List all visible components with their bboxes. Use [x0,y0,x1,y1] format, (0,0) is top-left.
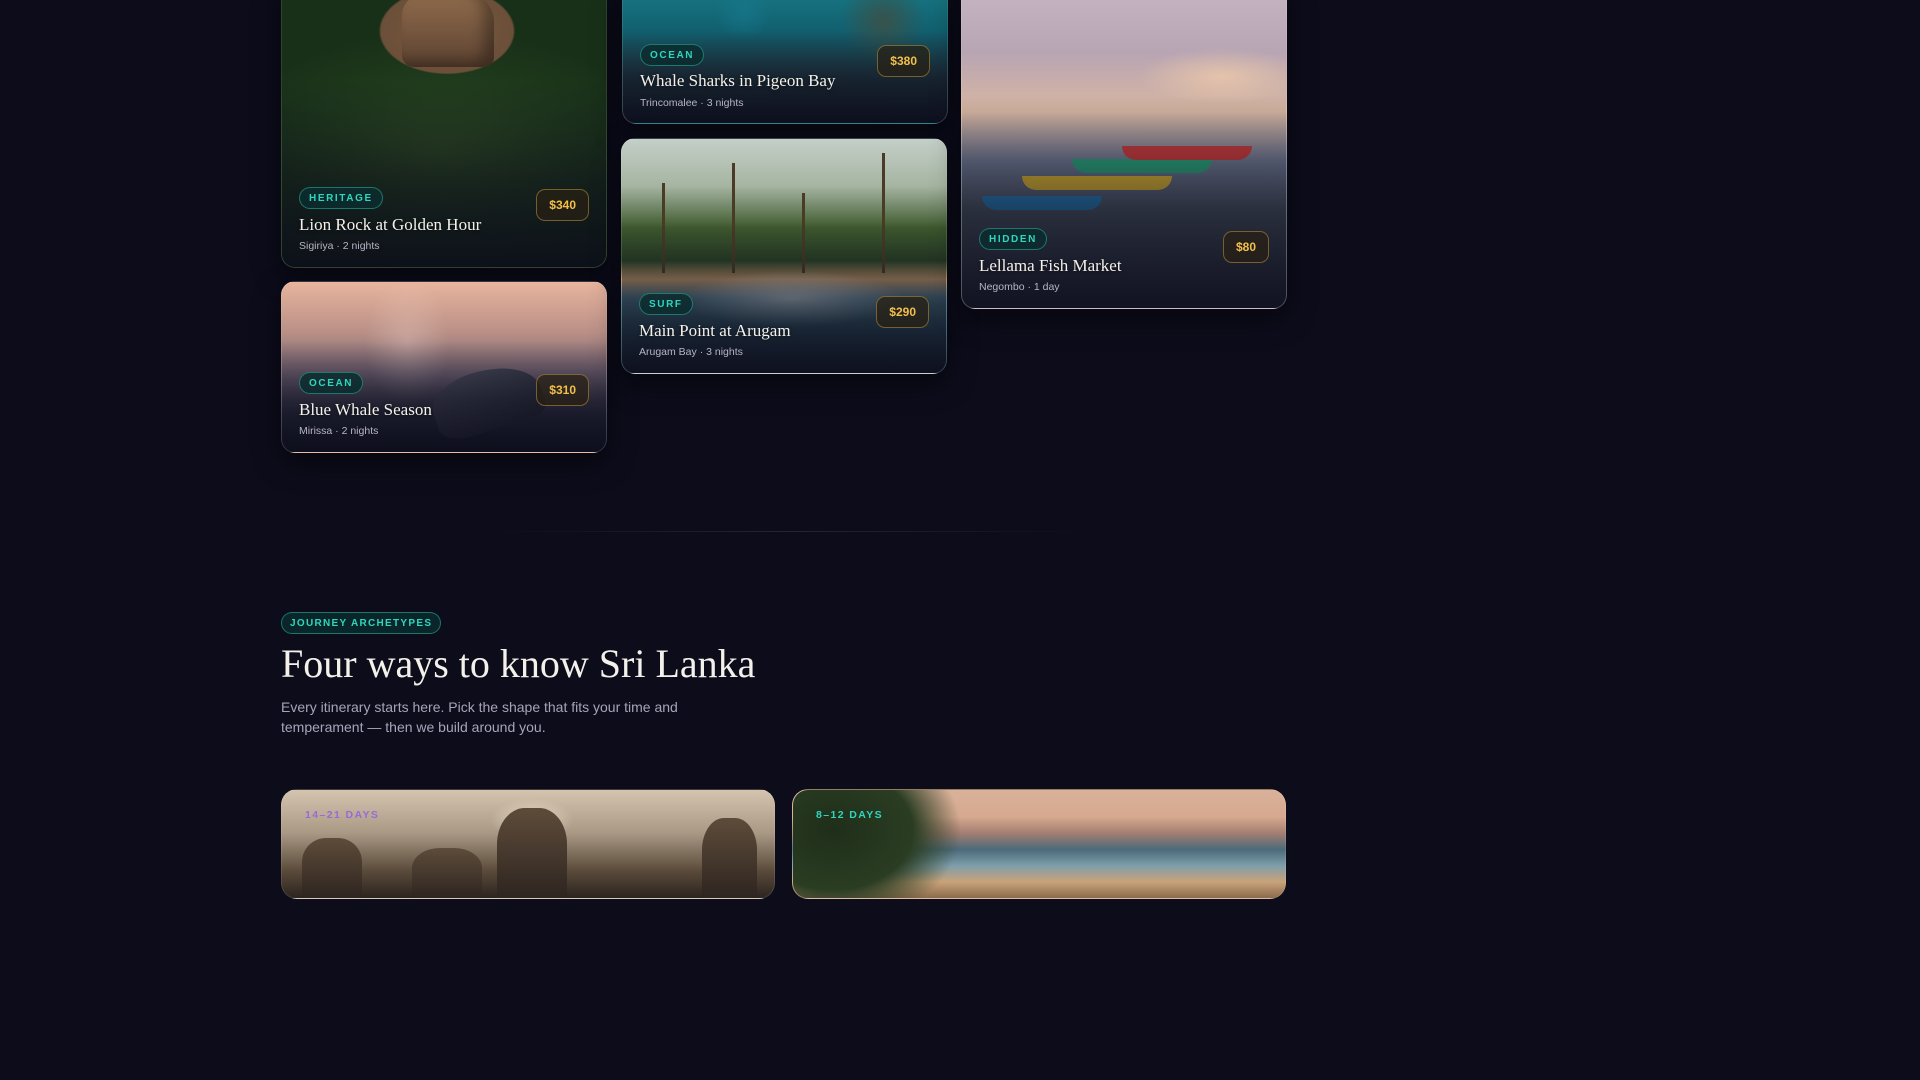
price-badge: $340 [536,189,589,221]
card-meta: Sigiriya · 2 nights [299,240,380,252]
card-meta: Mirissa · 2 nights [299,425,379,437]
price-badge: $380 [877,45,930,77]
card-title: Whale Sharks in Pigeon Bay [640,71,836,90]
category-tag: OCEAN [640,44,705,66]
section-title: Four ways to know Sri Lanka [281,641,756,686]
journey-card-coast[interactable]: 8–12 DAYS [792,789,1286,899]
category-tag: HERITAGE [299,187,383,209]
temple-image [702,818,757,898]
duration-label: 14–21 DAYS [305,809,380,821]
temple-image [497,808,567,898]
category-tag: OCEAN [299,372,364,394]
section-divider [490,531,1090,532]
price-badge: $310 [536,374,589,406]
temple-image [302,838,362,898]
duration-label: 8–12 DAYS [816,809,884,821]
card-title: Lellama Fish Market [979,256,1122,275]
category-tag: HIDDEN [979,228,1047,250]
journey-card-temples[interactable]: 14–21 DAYS [281,789,775,899]
card-title: Blue Whale Season [299,400,432,419]
temple-image [412,848,482,898]
card-title: Lion Rock at Golden Hour [299,215,482,234]
experience-card-blue-whale[interactable]: OCEAN Blue Whale Season Mirissa · 2 nigh… [281,281,607,453]
palm-image [793,790,963,898]
price-badge: $290 [876,296,929,328]
section-badge: JOURNEY ARCHETYPES [281,612,442,634]
section-description: Every itinerary starts here. Pick the sh… [281,699,678,735]
page: HERITAGE Lion Rock at Golden Hour Sigiri… [0,0,1568,899]
card-title: Main Point at Arugam [639,321,791,340]
experience-card-whale-sharks[interactable]: OCEAN Whale Sharks in Pigeon Bay Trincom… [622,0,948,124]
card-meta: Arugam Bay · 3 nights [639,346,743,358]
price-badge: $80 [1222,231,1269,263]
card-meta: Negombo · 1 day [979,281,1060,293]
card-meta: Trincomalee · 3 nights [640,97,744,109]
experience-card-lion-rock[interactable]: HERITAGE Lion Rock at Golden Hour Sigiri… [281,0,607,268]
experience-card-fish-market[interactable]: HIDDEN Lellama Fish Market Negombo · 1 d… [961,0,1287,309]
category-tag: SURF [639,293,693,315]
experience-card-main-point[interactable]: SURF Main Point at Arugam Arugam Bay · 3… [621,138,947,374]
